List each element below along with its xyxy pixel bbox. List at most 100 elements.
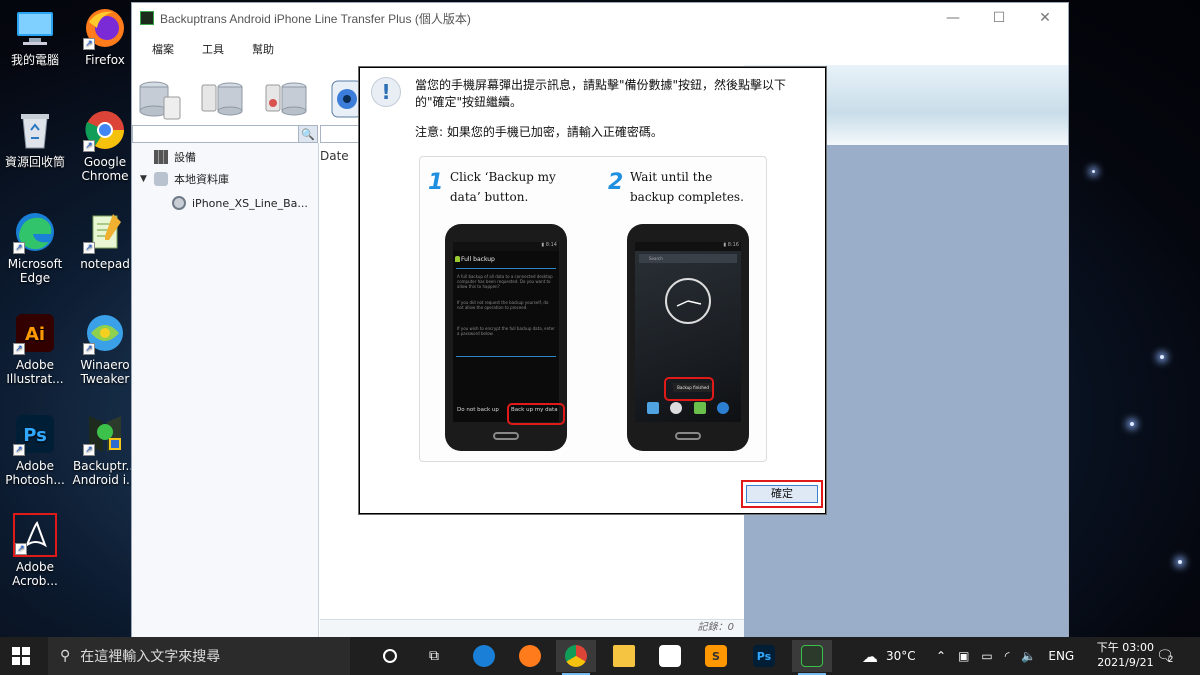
step-number: 2	[608, 170, 624, 195]
taskbar: ⚲ 在這裡輸入文字來搜尋 ⧉ S Ps ☁ 30°C ⌃ ▣ ▭ ◜ 🔈 ENG…	[0, 637, 1200, 675]
desktop-icon-label: Adobe Photosh...	[5, 459, 65, 487]
desktop-icon-edge[interactable]: ↗ Microsoft Edge	[2, 210, 68, 285]
phones-icon	[154, 150, 168, 164]
taskbar-sublime[interactable]: S	[696, 640, 736, 672]
search-icon[interactable]: 🔍	[298, 125, 318, 143]
background-sparkle	[1178, 560, 1182, 564]
backup-instruction-dialog: ! 當您的手機屏幕彈出提示訊息，請點擊"備份數據"按鈕，然後點擊以下的"確定"按…	[358, 66, 827, 515]
task-view-icon: ⧉	[429, 648, 439, 664]
computer-icon	[13, 6, 57, 50]
full-backup-title: Full backup	[461, 256, 495, 263]
device-tree: 設備 ▼ 本地資料庫 iPhone_XS_Line_Ba...	[132, 143, 319, 639]
desktop-icon-recycle-bin[interactable]: 資源回收筒	[2, 108, 68, 169]
desktop-icon-label: 我的電腦	[10, 53, 59, 67]
search-input[interactable]	[132, 125, 318, 143]
battery-icon[interactable]: ▭	[981, 649, 992, 663]
desktop-icon-notepad[interactable]: ↗ notepad	[72, 210, 138, 271]
column-header-date[interactable]: Date	[320, 149, 349, 163]
menu-file[interactable]: 檔案	[152, 41, 174, 57]
backup-text-1: A full backup of all data to a connected…	[457, 274, 553, 289]
illustrator-icon: Ai ↗	[13, 311, 57, 355]
wifi-icon[interactable]: ◜	[1005, 649, 1010, 663]
filter-input[interactable]	[320, 125, 360, 143]
android-icon	[455, 256, 460, 262]
chevron-up-icon[interactable]: ⌃	[936, 649, 946, 663]
tree-item-backup[interactable]: iPhone_XS_Line_Ba...	[172, 193, 308, 213]
meet-now-icon[interactable]: ▣	[958, 649, 969, 663]
windows-start-icon[interactable]	[12, 647, 30, 665]
maximize-button[interactable]: ☐	[976, 3, 1022, 33]
collapse-arrow-icon[interactable]: ▼	[140, 174, 150, 184]
do-not-back-up-button: Do not back up	[457, 407, 499, 413]
password-field	[456, 356, 556, 357]
taskbar-store[interactable]	[650, 640, 690, 672]
desktop-icon-label: Microsoft Edge	[7, 257, 63, 285]
desktop-icon-illustrator[interactable]: Ai ↗ Adobe Illustrat...	[2, 311, 68, 386]
desktop-icon-backuptrans[interactable]: ↗ Backuptr... Android i...	[72, 412, 138, 487]
ok-button[interactable]: 確定	[746, 485, 818, 503]
taskbar-chrome[interactable]	[556, 640, 596, 675]
taskbar-file-explorer[interactable]	[604, 640, 644, 672]
taskbar-photoshop[interactable]: Ps	[744, 640, 784, 672]
cortana-icon	[383, 649, 397, 663]
firefox-icon	[519, 645, 541, 667]
tree-item-local-db[interactable]: ▼ 本地資料庫	[140, 169, 229, 189]
window-title: Backuptrans Android iPhone Line Transfer…	[160, 11, 471, 26]
language-indicator[interactable]: ENG	[1048, 649, 1074, 663]
dock-icons	[641, 402, 735, 416]
notification-button[interactable]: 🗨 2	[1156, 637, 1174, 675]
desktop-icon-firefox[interactable]: ↗ Firefox	[72, 6, 138, 67]
phone-status-bar: ▮ 8:14	[453, 242, 559, 251]
toolbar-transfer-button[interactable]	[200, 77, 246, 121]
weather-icon: ☁	[862, 646, 878, 666]
desktop-icon-photoshop[interactable]: Ps ↗ Adobe Photosh...	[2, 412, 68, 487]
menu-help[interactable]: 幫助	[252, 41, 274, 57]
taskbar-firefox[interactable]	[510, 640, 550, 672]
clock-time: 下午 03:00	[1096, 641, 1154, 654]
winaero-tweaker-icon: ↗	[83, 311, 127, 355]
chrome-icon	[565, 645, 587, 667]
acrobat-icon: ↗	[13, 513, 57, 557]
apps-grid-icon	[670, 402, 683, 414]
system-tray: ☁ 30°C	[862, 637, 916, 675]
desktop-icon-label: Winaero Tweaker	[80, 358, 130, 386]
tree-label: iPhone_XS_Line_Ba...	[192, 196, 308, 210]
search-placeholder: 在這裡輸入文字來搜尋	[80, 649, 221, 665]
toolbar-export-button[interactable]	[264, 77, 310, 121]
phone-screen: ▮ 8:14 Full backup A full backup of all …	[453, 242, 559, 422]
desktop-icon-acrobat[interactable]: ↗ Adobe Acrob...	[2, 513, 68, 588]
taskbar-search-box[interactable]: ⚲ 在這裡輸入文字來搜尋	[48, 637, 350, 675]
desktop-icon-my-computer[interactable]: 我的電腦	[2, 6, 68, 67]
svg-text:Ai: Ai	[25, 324, 45, 345]
phone-illustration-1: ▮ 8:14 Full backup A full backup of all …	[445, 224, 567, 451]
title-bar: Backuptrans Android iPhone Line Transfer…	[132, 3, 1068, 33]
firefox-icon: ↗	[83, 6, 127, 50]
phone-search-bar: Search	[639, 254, 737, 263]
dialog-note: 注意: 如果您的手機已加密，請輸入正確密碼。	[415, 125, 663, 139]
step-number: 1	[428, 170, 444, 195]
taskbar-backuptrans[interactable]	[792, 640, 832, 675]
tree-label: 本地資料庫	[174, 173, 229, 186]
toolbar-backup-button[interactable]	[136, 77, 182, 121]
tray-icons: ⌃ ▣ ▭ ◜ 🔈 ENG	[936, 637, 1074, 675]
clock-date: 2021/9/21	[1097, 656, 1154, 669]
task-view-button[interactable]: ⧉	[414, 640, 454, 672]
app-icon	[140, 11, 154, 25]
backup-text-2: If you did not request the backup yourse…	[457, 300, 549, 310]
status-bar: 記錄：0	[320, 619, 744, 637]
database-export-icon	[265, 82, 307, 116]
weather-temp[interactable]: 30°C	[886, 649, 916, 663]
volume-icon[interactable]: 🔈	[1021, 649, 1036, 663]
tree-item-devices[interactable]: 設備	[154, 147, 196, 167]
taskbar-edge[interactable]	[464, 640, 504, 672]
minimize-button[interactable]: —	[930, 3, 976, 33]
photoshop-icon: Ps	[753, 645, 775, 667]
desktop-icon-winaero[interactable]: ↗ Winaero Tweaker	[72, 311, 138, 386]
desktop-icon-chrome[interactable]: ↗ Google Chrome	[72, 108, 138, 183]
clock[interactable]: 下午 03:00 2021/9/21	[1097, 640, 1154, 670]
cortana-button[interactable]	[370, 640, 410, 672]
menu-tools[interactable]: 工具	[202, 41, 224, 57]
notification-count: 2	[1167, 655, 1174, 665]
close-button[interactable]: ✕	[1022, 3, 1068, 33]
background-sparkle	[1130, 422, 1134, 426]
